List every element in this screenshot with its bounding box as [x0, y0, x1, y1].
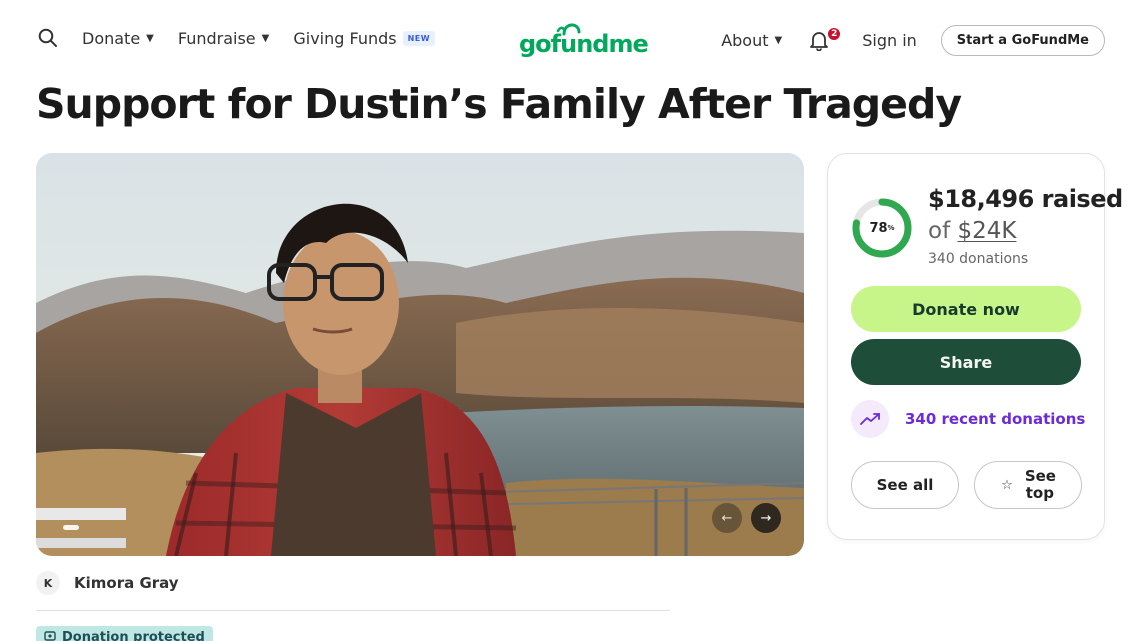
nav-donate-menu[interactable]: Donate ▼ — [82, 29, 154, 48]
arrow-right-icon: → — [760, 510, 772, 526]
nav-giving-funds-link[interactable]: Giving Funds NEW — [293, 28, 436, 48]
logo-text: gofundme — [519, 30, 649, 58]
notification-count-badge: 2 — [826, 25, 843, 42]
nav-fundraise-label: Fundraise — [177, 28, 256, 48]
caret-down-icon: ▼ — [774, 35, 783, 46]
shield-icon — [44, 630, 56, 641]
organizer-row[interactable]: K Kimora Gray — [36, 571, 179, 595]
new-badge: NEW — [402, 30, 436, 46]
goal-value: $24K — [957, 218, 1017, 244]
carousel-prev-button[interactable]: ← — [712, 503, 742, 533]
goal-amount: of $24K — [928, 218, 1016, 244]
nav-donate-label: Donate — [82, 28, 141, 48]
gofundme-logo[interactable]: gofundme — [519, 22, 649, 60]
carousel-indicator[interactable] — [63, 525, 79, 530]
top-navigation: Donate ▼ Fundraise ▼ Giving Funds NEW go… — [0, 0, 1140, 82]
donate-now-button[interactable]: Donate now — [851, 286, 1081, 332]
organizer-name: Kimora Gray — [74, 574, 179, 592]
share-button[interactable]: Share — [851, 339, 1081, 385]
donation-count: 340 donations — [928, 251, 1029, 267]
see-all-button[interactable]: See all — [851, 461, 959, 509]
divider — [36, 610, 670, 611]
recent-donations-label: 340 recent donations — [905, 410, 1086, 428]
see-top-label: See top — [1024, 467, 1056, 502]
donation-card: 78% $18,496 raised of $24K 340 donations… — [827, 153, 1123, 540]
caret-down-icon: ▼ — [261, 32, 270, 44]
nav-about-label: About — [721, 31, 769, 50]
nav-giving-funds-label: Giving Funds — [293, 28, 397, 48]
star-icon: ☆ — [1001, 477, 1013, 493]
hero-photo — [36, 153, 804, 556]
trending-up-icon — [851, 400, 889, 438]
notifications-button[interactable]: 2 — [808, 25, 843, 53]
search-icon — [38, 28, 57, 47]
progress-percent: 78% — [850, 196, 914, 260]
caret-down-icon: ▼ — [146, 32, 154, 44]
donation-protected-badge[interactable]: Donation protected — [36, 626, 213, 641]
carousel-next-button[interactable]: → — [751, 503, 781, 533]
arrow-left-icon: ← — [721, 510, 733, 526]
search-button[interactable] — [36, 26, 60, 50]
nav-about-menu[interactable]: About ▼ — [721, 31, 782, 50]
nav-fundraise-menu[interactable]: Fundraise ▼ — [178, 29, 269, 48]
protected-label: Donation protected — [62, 629, 205, 641]
goal-prefix: of — [928, 218, 951, 244]
avatar: K — [36, 571, 60, 595]
progress-percent-value: 78 — [869, 220, 888, 236]
amount-raised: $18,496 raised — [928, 185, 1123, 213]
campaign-hero-image: ← → — [36, 153, 804, 556]
nav-left: Donate ▼ Fundraise ▼ Giving Funds NEW — [36, 26, 459, 50]
start-gofundme-button[interactable]: Start a GoFundMe — [940, 25, 1105, 56]
sign-in-link[interactable]: Sign in — [862, 31, 917, 50]
page-title: Support for Dustin’s Family After Traged… — [36, 80, 962, 128]
see-top-button[interactable]: ☆ See top — [974, 461, 1082, 509]
percent-sign: % — [887, 224, 895, 232]
nav-right: About ▼ 2 Sign in Start a GoFundMe — [721, 25, 1105, 56]
recent-donations-row[interactable]: 340 recent donations — [851, 400, 1085, 438]
